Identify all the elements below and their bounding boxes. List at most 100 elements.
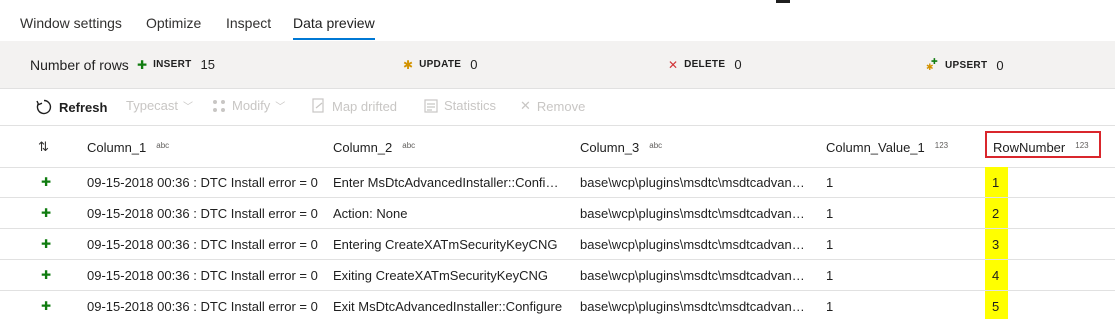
cell-rownumber: 3 — [992, 237, 1000, 252]
cell-column-1: 09-15-2018 00:36 : DTC Install error = 0 — [87, 206, 318, 221]
typecast-button[interactable]: Typecast ﹀ — [126, 98, 193, 113]
column-type: 123 — [934, 141, 949, 150]
insert-row-icon: ✚ — [41, 175, 52, 189]
chevron-down-icon: ﹀ — [275, 102, 286, 113]
typecast-label: Typecast — [126, 98, 179, 113]
table-row[interactable]: ✚ 09-15-2018 00:36 : DTC Install error =… — [0, 291, 1115, 319]
map-drifted-button[interactable]: Map drifted — [312, 98, 397, 114]
rownumber-highlight: 2 — [985, 198, 1008, 228]
modify-label: Modify — [232, 98, 271, 113]
rownumber-highlight: 1 — [985, 167, 1008, 197]
delete-label: DELETE — [684, 59, 726, 70]
tab-bar: Window settings Optimize Inspect Data pr… — [0, 0, 1115, 42]
column-name: Column_Value_1 — [826, 140, 925, 155]
refresh-label: Refresh — [59, 99, 108, 115]
update-label: UPDATE — [419, 59, 462, 70]
rownumber-highlight: 3 — [985, 229, 1008, 259]
x-icon: ✕ — [668, 57, 679, 72]
delete-count: 0 — [734, 57, 742, 72]
map-drifted-icon — [312, 98, 326, 114]
cell-column-value-1: 1 — [826, 237, 834, 252]
cell-column-3: base\wcp\plugins\msdtc\msdtcadvancedinst… — [580, 175, 810, 190]
insert-row-icon: ✚ — [41, 299, 52, 313]
column-name: Column_2 — [333, 140, 393, 155]
refresh-icon — [35, 98, 53, 116]
column-header-2[interactable]: Column_2 abc — [333, 140, 415, 155]
modify-button[interactable]: Modify ﹀ — [212, 98, 285, 113]
table-header: ⇅ Column_1 abc Column_2 abc Column_3 abc… — [0, 126, 1115, 168]
column-header-3[interactable]: Column_3 abc — [580, 140, 662, 155]
rownumber-highlight: 5 — [985, 291, 1008, 319]
cell-rownumber: 2 — [992, 206, 1000, 221]
delete-stat: ✕ DELETE 0 — [668, 57, 742, 72]
row-count-summary: Number of rows ✚ INSERT 15 ✱ UPDATE 0 ✕ … — [0, 41, 1115, 89]
tab-inspect[interactable]: Inspect — [226, 15, 271, 31]
number-of-rows-label: Number of rows — [30, 57, 129, 73]
cell-column-2: Exiting CreateXATmSecurityKeyCNG — [333, 268, 549, 283]
cell-column-value-1: 1 — [826, 299, 834, 314]
cell-rownumber: 5 — [992, 299, 1000, 314]
asterisk-icon: ✱ — [403, 57, 414, 72]
table-row[interactable]: ✚ 09-15-2018 00:36 : DTC Install error =… — [0, 229, 1115, 260]
toolbar: Refresh Typecast ﹀ Modify ﹀ Map drifted … — [0, 89, 1115, 126]
remove-label: Remove — [536, 98, 586, 114]
upsert-stat: ✱ ✚ UPSERT 0 — [926, 57, 1004, 74]
update-count: 0 — [470, 57, 478, 72]
insert-row-icon: ✚ — [41, 206, 52, 220]
statistics-icon — [424, 98, 438, 113]
remove-button[interactable]: ✕ Remove — [520, 98, 585, 114]
cell-column-1: 09-15-2018 00:36 : DTC Install error = 0 — [87, 299, 318, 314]
update-stat: ✱ UPDATE 0 — [403, 57, 477, 72]
tab-data-preview[interactable]: Data preview — [293, 15, 375, 31]
insert-stat: ✚ INSERT 15 — [137, 57, 215, 72]
cell-column-2: Exit MsDtcAdvancedInstaller::Configure — [333, 299, 563, 314]
map-drifted-label: Map drifted — [332, 98, 398, 114]
rownumber-highlight: 4 — [985, 260, 1008, 290]
cell-column-value-1: 1 — [826, 175, 834, 190]
column-name: Column_3 — [580, 140, 640, 155]
table-row[interactable]: ✚ 09-15-2018 00:36 : DTC Install error =… — [0, 167, 1115, 198]
upsert-label: UPSERT — [945, 60, 988, 71]
cell-column-value-1: 1 — [826, 206, 834, 221]
tab-window-settings[interactable]: Window settings — [20, 15, 122, 31]
cell-column-2: Entering CreateXATmSecurityKeyCNG — [333, 237, 558, 252]
refresh-button[interactable]: Refresh — [35, 98, 107, 116]
cell-column-2: Action: None — [333, 206, 408, 221]
upsert-icon: ✱ ✚ — [926, 57, 939, 74]
cell-column-1: 09-15-2018 00:36 : DTC Install error = 0 — [87, 237, 318, 252]
tab-optimize[interactable]: Optimize — [146, 15, 201, 31]
cell-column-1: 09-15-2018 00:36 : DTC Install error = 0 — [87, 175, 318, 190]
insert-label: INSERT — [153, 59, 192, 70]
insert-row-icon: ✚ — [41, 237, 52, 251]
column-header-1[interactable]: Column_1 abc — [87, 140, 169, 155]
upsert-count: 0 — [996, 58, 1004, 73]
table-row[interactable]: ✚ 09-15-2018 00:36 : DTC Install error =… — [0, 260, 1115, 291]
column-header-value-1[interactable]: Column_Value_1 123 — [826, 140, 948, 155]
cell-column-2: Enter MsDtcAdvancedInstaller::Configure — [333, 175, 563, 190]
close-icon: ✕ — [520, 98, 531, 113]
column-type: abc — [402, 141, 416, 150]
column-name: Column_1 — [87, 140, 147, 155]
column-type: abc — [649, 141, 663, 150]
active-tab-indicator — [293, 38, 375, 40]
cell-column-3: base\wcp\plugins\msdtc\msdtcadvancedinst… — [580, 206, 810, 221]
cell-rownumber: 4 — [992, 268, 1000, 283]
statistics-button[interactable]: Statistics — [424, 98, 496, 113]
cell-column-3: base\wcp\plugins\msdtc\msdtcadvancedinst… — [580, 268, 810, 283]
statistics-label: Statistics — [444, 98, 497, 113]
plus-icon: ✚ — [137, 57, 148, 72]
rownumber-callout-box — [985, 131, 1101, 158]
cell-column-value-1: 1 — [826, 268, 834, 283]
chevron-down-icon: ﹀ — [183, 102, 194, 113]
column-type: abc — [156, 141, 170, 150]
insert-count: 15 — [200, 57, 216, 72]
cell-column-3: base\wcp\plugins\msdtc\msdtcadvancedinst… — [580, 237, 810, 252]
insert-row-icon: ✚ — [41, 268, 52, 282]
cell-rownumber: 1 — [992, 175, 1000, 190]
modify-icon — [212, 99, 226, 113]
top-marker — [776, 0, 790, 3]
cell-column-1: 09-15-2018 00:36 : DTC Install error = 0 — [87, 268, 318, 283]
sort-icon[interactable]: ⇅ — [38, 139, 49, 155]
cell-column-3: base\wcp\plugins\msdtc\msdtcadvancedinst… — [580, 299, 810, 314]
table-row[interactable]: ✚ 09-15-2018 00:36 : DTC Install error =… — [0, 198, 1115, 229]
